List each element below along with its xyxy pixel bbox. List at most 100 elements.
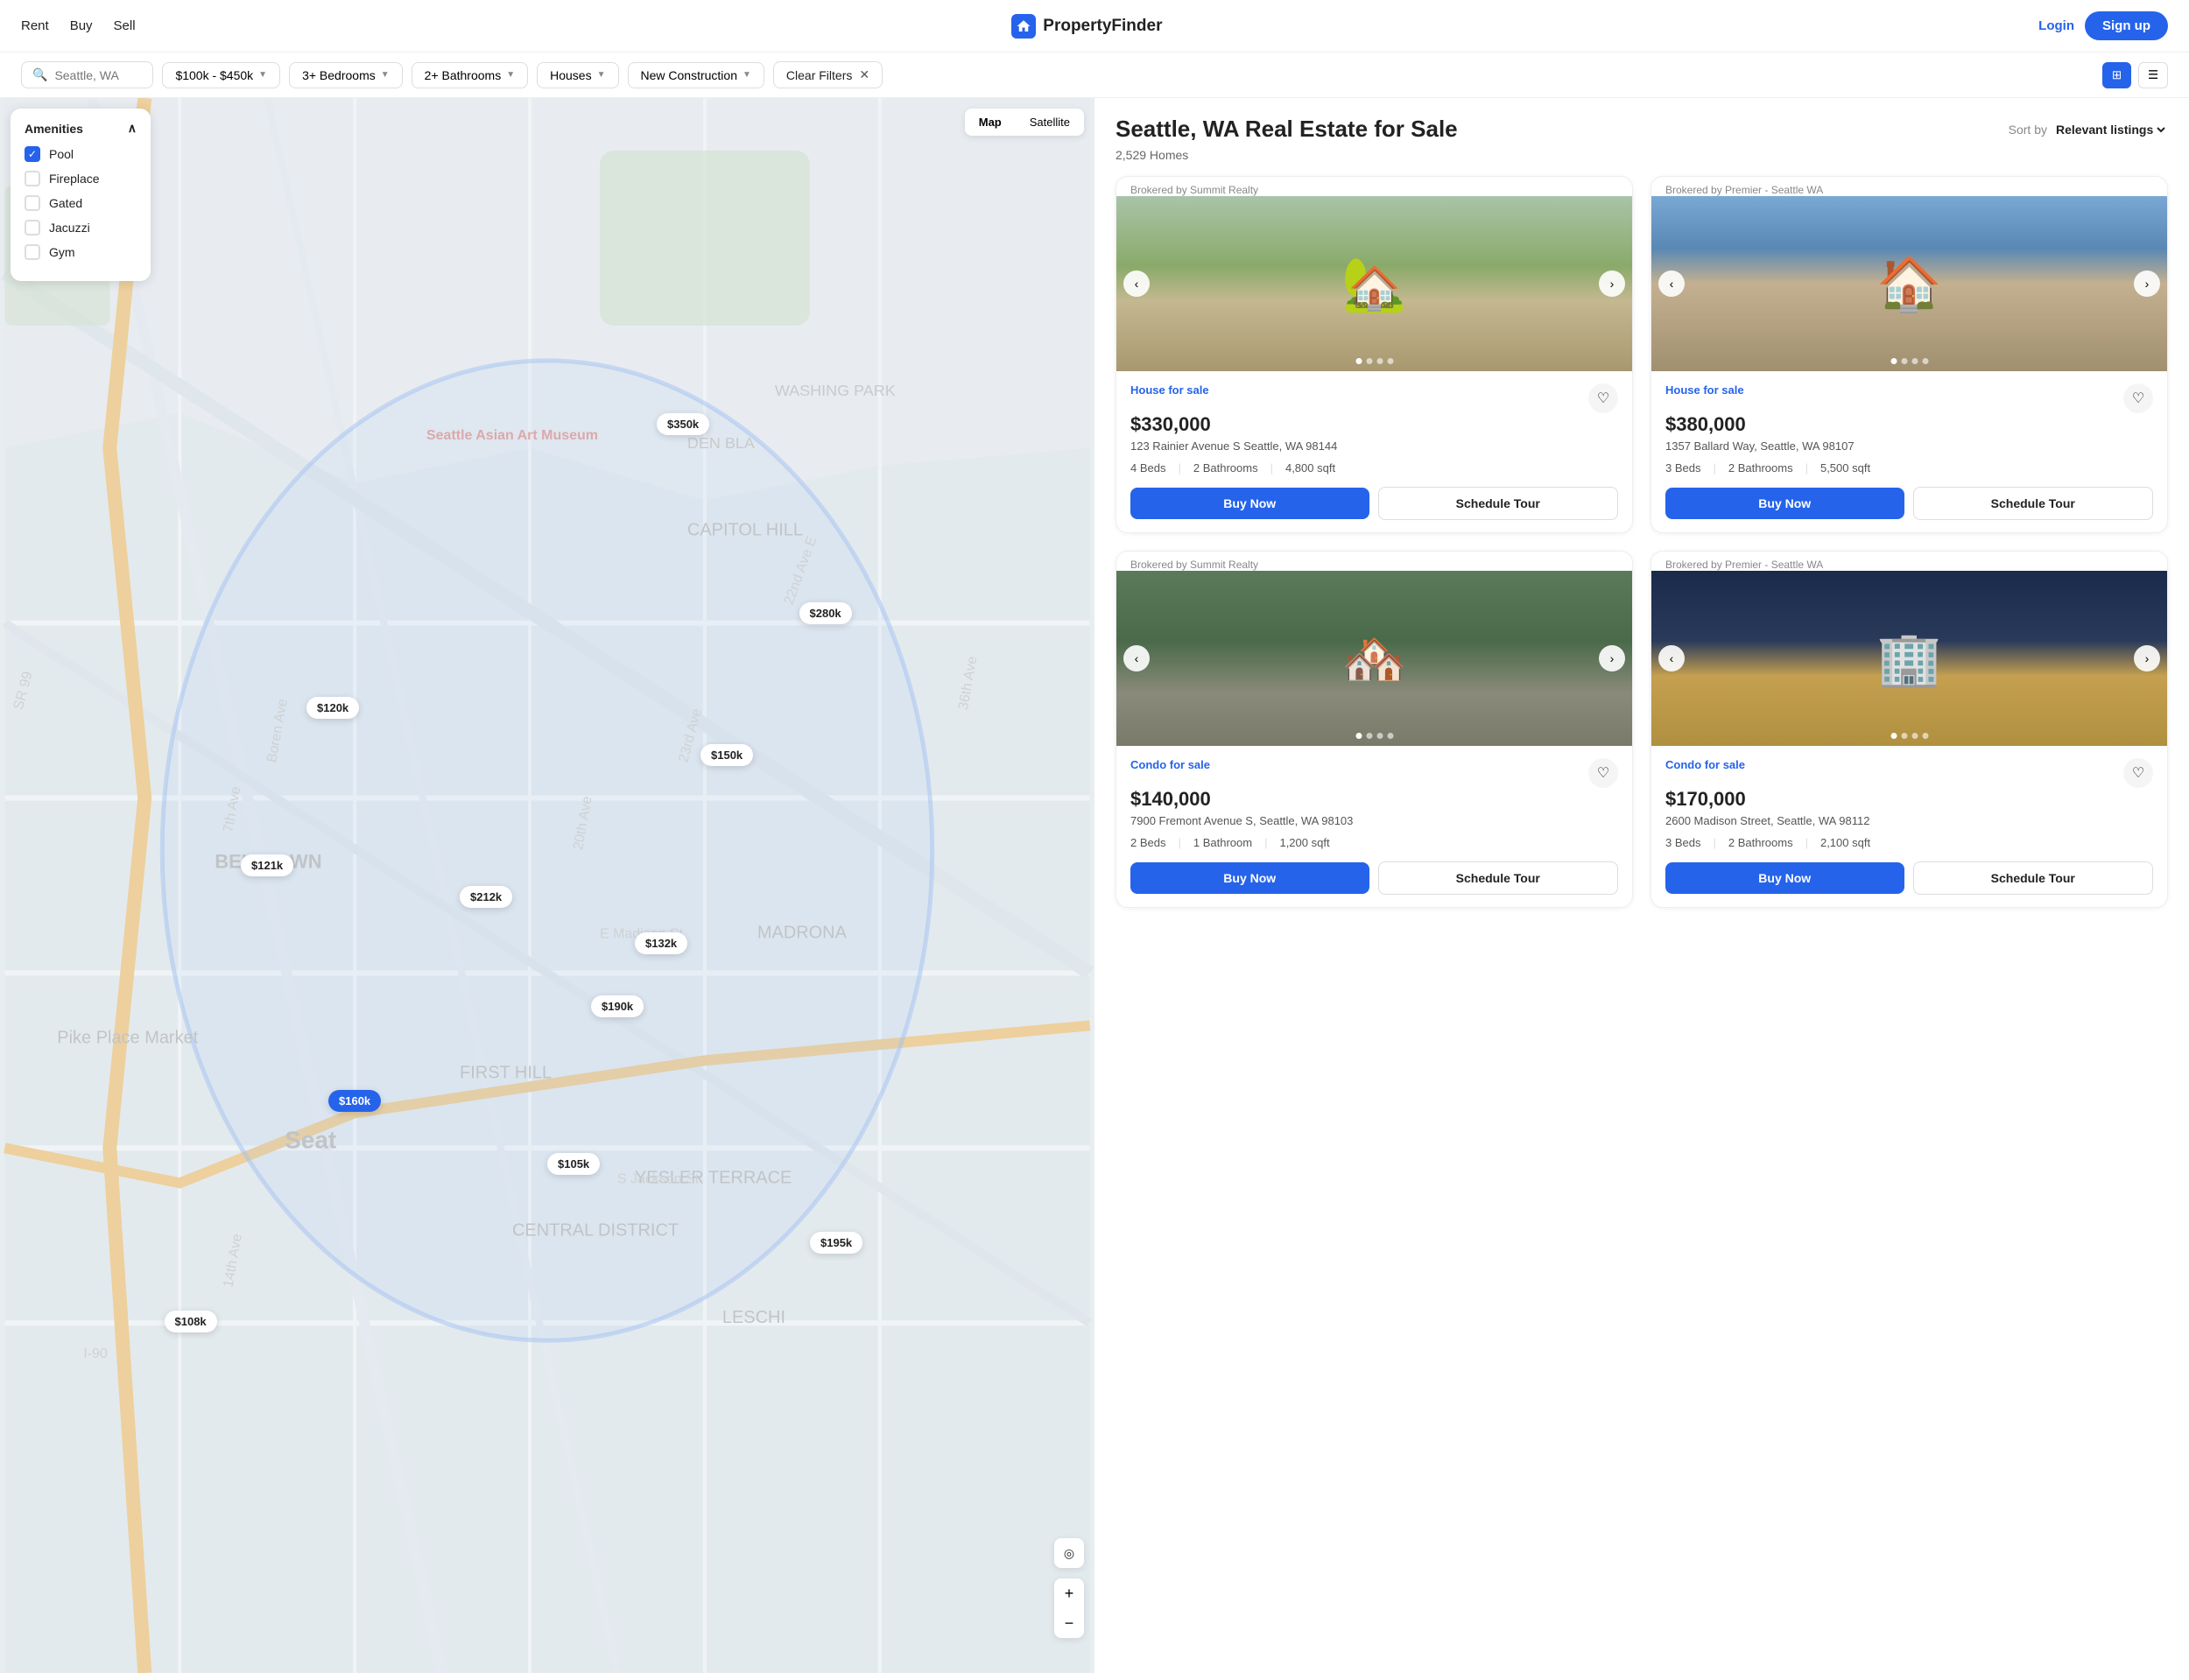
img-dot <box>1901 733 1907 739</box>
amenity-pool[interactable]: Pool <box>25 146 137 162</box>
amenity-fireplace[interactable]: Fireplace <box>25 171 137 186</box>
nav-rent[interactable]: Rent <box>21 18 49 33</box>
sort-select[interactable]: Relevant listings <box>2052 122 2168 137</box>
site-logo[interactable]: PropertyFinder <box>1011 14 1162 39</box>
construction-filter[interactable]: New Construction ▼ <box>628 62 764 88</box>
zoom-controls: + − <box>1054 1578 1084 1638</box>
search-icon: 🔍 <box>32 67 47 82</box>
pool-label: Pool <box>49 147 74 161</box>
price-pin[interactable]: $150k <box>700 744 753 766</box>
filter-bar: 🔍 $100k - $450k ▼ 3+ Bedrooms ▼ 2+ Bathr… <box>0 53 2189 98</box>
map-view-button[interactable]: Map <box>965 109 1016 136</box>
image-prev-button[interactable]: ‹ <box>1123 645 1150 671</box>
signup-button[interactable]: Sign up <box>2085 11 2168 40</box>
price-pin[interactable]: $350k <box>657 413 709 435</box>
list-view-button[interactable]: ☰ <box>2138 62 2168 88</box>
price-pin[interactable]: $280k <box>799 602 852 624</box>
chevron-down-icon: ▼ <box>381 70 390 80</box>
login-button[interactable]: Login <box>2038 18 2074 33</box>
amenity-jacuzzi[interactable]: Jacuzzi <box>25 220 137 235</box>
property-address: 123 Rainier Avenue S Seattle, WA 98144 <box>1130 439 1618 453</box>
amenities-panel: Amenities ∧ Pool Fireplace Gated J <box>11 109 151 281</box>
gated-checkbox[interactable] <box>25 195 40 211</box>
sqft-detail: 4,800 sqft <box>1285 461 1335 474</box>
price-pin[interactable]: $190k <box>591 995 644 1017</box>
broker-tag: Brokered by Premier - Seattle WA <box>1651 552 2167 571</box>
property-body: House for sale ♡ $330,000 123 Rainier Av… <box>1116 371 1632 532</box>
svg-text:I-90: I-90 <box>83 1346 108 1361</box>
satellite-view-button[interactable]: Satellite <box>1016 109 1084 136</box>
property-card: Brokered by Summit Realty 🏡 ‹ › House fo… <box>1116 176 1633 533</box>
schedule-tour-button[interactable]: Schedule Tour <box>1913 861 2154 895</box>
price-pin[interactable]: $195k <box>810 1232 862 1254</box>
price-pin[interactable]: $212k <box>460 886 512 908</box>
price-filter[interactable]: $100k - $450k ▼ <box>162 62 280 88</box>
svg-text:Pike Place Market: Pike Place Market <box>57 1028 198 1047</box>
buy-now-button[interactable]: Buy Now <box>1665 862 1904 894</box>
amenities-header[interactable]: Amenities ∧ <box>25 121 137 136</box>
close-icon: ✕ <box>859 67 869 82</box>
price-pin[interactable]: $108k <box>165 1311 217 1332</box>
buy-now-button[interactable]: Buy Now <box>1130 488 1369 519</box>
wishlist-button[interactable]: ♡ <box>1588 383 1618 413</box>
price-pin[interactable]: $105k <box>547 1153 600 1175</box>
price-pin[interactable]: $121k <box>241 854 293 876</box>
jacuzzi-checkbox[interactable] <box>25 220 40 235</box>
property-price: $330,000 <box>1130 413 1618 436</box>
bedrooms-filter[interactable]: 3+ Bedrooms ▼ <box>289 62 403 88</box>
bathrooms-filter[interactable]: 2+ Bathrooms ▼ <box>412 62 528 88</box>
nav-buy[interactable]: Buy <box>70 18 93 33</box>
wishlist-button[interactable]: ♡ <box>2123 758 2153 788</box>
search-box[interactable]: 🔍 <box>21 61 153 88</box>
locate-button[interactable]: ◎ <box>1054 1538 1084 1568</box>
buy-now-button[interactable]: Buy Now <box>1665 488 1904 519</box>
img-dot <box>1355 358 1362 364</box>
schedule-tour-button[interactable]: Schedule Tour <box>1378 861 1619 895</box>
buy-now-button[interactable]: Buy Now <box>1130 862 1369 894</box>
fireplace-checkbox[interactable] <box>25 171 40 186</box>
search-input[interactable] <box>54 68 142 82</box>
price-pin[interactable]: $120k <box>306 697 359 719</box>
image-next-button[interactable]: › <box>1599 645 1625 671</box>
grid-view-button[interactable]: ⊞ <box>2102 62 2131 88</box>
property-price: $140,000 <box>1130 788 1618 811</box>
wishlist-button[interactable]: ♡ <box>2123 383 2153 413</box>
clear-filters-button[interactable]: Clear Filters ✕ <box>773 61 883 88</box>
header-actions: Login Sign up <box>2038 11 2168 40</box>
image-next-button[interactable]: › <box>2134 271 2160 297</box>
nav-sell[interactable]: Sell <box>114 18 136 33</box>
broker-tag: Brokered by Summit Realty <box>1116 552 1632 571</box>
svg-text:LESCHI: LESCHI <box>722 1308 785 1327</box>
property-actions: Buy Now Schedule Tour <box>1665 487 2153 520</box>
wishlist-button[interactable]: ♡ <box>1588 758 1618 788</box>
amenity-gym[interactable]: Gym <box>25 244 137 260</box>
img-dot <box>1366 358 1372 364</box>
beds-detail: 4 Beds <box>1130 461 1165 474</box>
beds-detail: 2 Beds <box>1130 836 1165 849</box>
zoom-in-button[interactable]: + <box>1054 1578 1084 1608</box>
pool-checkbox[interactable] <box>25 146 40 162</box>
price-pin[interactable]: $132k <box>635 932 687 954</box>
listings-header: Seattle, WA Real Estate for Sale Sort by… <box>1116 116 2168 143</box>
price-pin[interactable]: $160k <box>328 1090 381 1112</box>
image-next-button[interactable]: › <box>1599 271 1625 297</box>
list-icon: ☰ <box>2148 68 2158 81</box>
schedule-tour-button[interactable]: Schedule Tour <box>1378 487 1619 520</box>
property-price: $380,000 <box>1665 413 2153 436</box>
image-next-button[interactable]: › <box>2134 645 2160 671</box>
property-type-filter[interactable]: Houses ▼ <box>537 62 618 88</box>
property-image: 🏡 ‹ › <box>1116 196 1632 371</box>
logo-text: PropertyFinder <box>1043 17 1162 36</box>
zoom-out-button[interactable]: − <box>1054 1608 1084 1638</box>
image-prev-button[interactable]: ‹ <box>1658 271 1685 297</box>
jacuzzi-label: Jacuzzi <box>49 221 90 235</box>
image-prev-button[interactable]: ‹ <box>1123 271 1150 297</box>
property-card: Brokered by Summit Realty 🏘️ ‹ › Condo f… <box>1116 551 1633 908</box>
image-prev-button[interactable]: ‹ <box>1658 645 1685 671</box>
property-details: 3 Beds | 2 Bathrooms | 5,500 sqft <box>1665 461 2153 474</box>
amenity-gated[interactable]: Gated <box>25 195 137 211</box>
img-dot <box>1901 358 1907 364</box>
schedule-tour-button[interactable]: Schedule Tour <box>1913 487 2154 520</box>
map-panel: BELLTOWN Pike Place Market Seat FIRST HI… <box>0 98 1094 1673</box>
gym-checkbox[interactable] <box>25 244 40 260</box>
